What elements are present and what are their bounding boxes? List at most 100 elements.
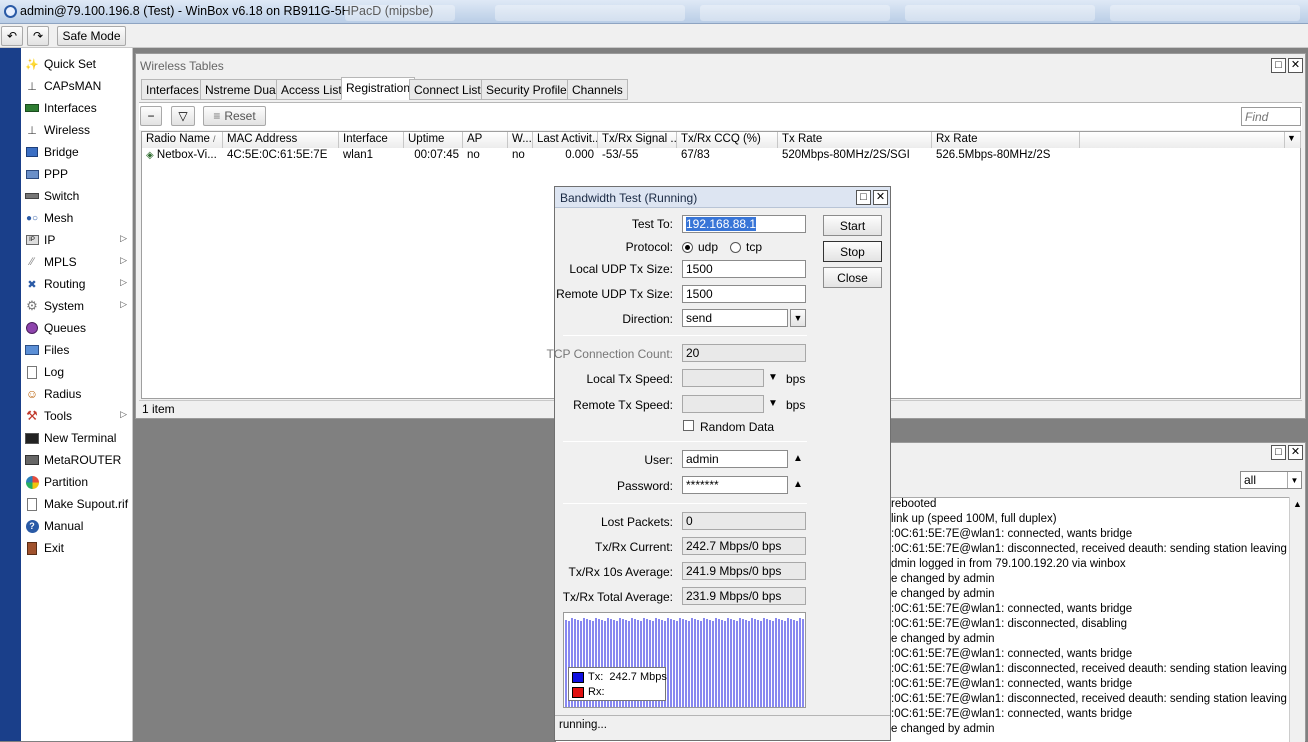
local-tx-speed-input[interactable] (682, 369, 764, 387)
column-header-wds[interactable]: W... (508, 132, 533, 148)
tcp-connection-count-input[interactable]: 20 (682, 344, 806, 362)
column-header-tx-rate[interactable]: Tx Rate (778, 132, 932, 148)
sidebar-item-radius[interactable]: ☺ Radius (21, 383, 133, 405)
log-filter-select[interactable]: all ▼ (1240, 471, 1302, 489)
random-data-checkbox[interactable] (683, 420, 694, 431)
list-item[interactable]: :0C:61:5E:7E@wlan1: disconnected, disabl… (891, 618, 1127, 633)
tx-legend-label: Tx: 242.7 Mbps (588, 671, 667, 683)
column-header-ap[interactable]: AP (463, 132, 508, 148)
list-item[interactable]: :0C:61:5E:7E@wlan1: connected, wants bri… (891, 528, 1132, 543)
sidebar-item-bridge[interactable]: Bridge (21, 141, 133, 163)
winbox-side-strip (0, 48, 21, 741)
sidebar-item-make-supout[interactable]: Make Supout.rif (21, 493, 133, 515)
column-header-uptime[interactable]: Uptime (404, 132, 463, 148)
sidebar-item-exit[interactable]: Exit (21, 537, 133, 559)
tab-registration[interactable]: Registration (341, 77, 416, 100)
close-button[interactable]: ✕ (873, 190, 888, 205)
password-input[interactable]: ******* (682, 476, 788, 494)
column-header-mac-address[interactable]: MAC Address (223, 132, 339, 148)
list-item[interactable]: dmin logged in from 79.100.192.20 via wi… (891, 558, 1126, 573)
chevron-up-icon[interactable]: ▲ (793, 479, 803, 490)
tab-access-list[interactable]: Access List (276, 79, 347, 100)
column-header-rx-rate[interactable]: Rx Rate (932, 132, 1080, 148)
close-dialog-button[interactable]: Close (823, 267, 882, 288)
column-chooser-button[interactable]: ▼ (1285, 132, 1301, 148)
direction-dropdown-button[interactable]: ▼ (790, 309, 806, 327)
sidebar-item-queues[interactable]: Queues (21, 317, 133, 339)
sidebar-item-quick-set[interactable]: ✨ Quick Set (21, 53, 133, 75)
local-udp-tx-size-input[interactable]: 1500 (682, 260, 806, 278)
wireless-tables-titlebar[interactable]: Wireless Tables □ ✕ (136, 54, 1305, 76)
list-item[interactable]: e changed by admin (891, 633, 995, 648)
chevron-up-icon[interactable]: ▲ (793, 453, 803, 464)
sidebar-item-system[interactable]: ⚙ System ▷ (21, 295, 133, 317)
sidebar-item-manual[interactable]: ? Manual (21, 515, 133, 537)
sidebar-item-mesh[interactable]: ●○ Mesh (21, 207, 133, 229)
maximize-button[interactable]: □ (856, 190, 871, 205)
list-item[interactable]: link up (speed 100M, full duplex) (891, 513, 1057, 528)
list-item[interactable]: e changed by admin (891, 573, 995, 588)
remote-tx-speed-input[interactable] (682, 395, 764, 413)
column-header-interface[interactable]: Interface (339, 132, 404, 148)
cell-wds: no (512, 149, 525, 161)
remove-button[interactable]: − (140, 106, 162, 126)
sidebar-item-files[interactable]: Files (21, 339, 133, 361)
column-header-tx-rx-ccq[interactable]: Tx/Rx CCQ (%) (677, 132, 778, 148)
sidebar-item-capsman[interactable]: ⊥ CAPsMAN (21, 75, 133, 97)
list-item[interactable]: :0C:61:5E:7E@wlan1: connected, wants bri… (891, 648, 1132, 663)
sidebar-item-log[interactable]: Log (21, 361, 133, 383)
list-item[interactable]: :0C:61:5E:7E@wlan1: connected, wants bri… (891, 603, 1132, 618)
chevron-down-icon[interactable]: ▼ (768, 398, 778, 409)
sidebar-item-ppp[interactable]: PPP (21, 163, 133, 185)
direction-select[interactable]: send (682, 309, 788, 327)
sidebar-item-new-terminal[interactable]: New Terminal (21, 427, 133, 449)
stop-button[interactable]: Stop (823, 241, 882, 262)
start-button[interactable]: Start (823, 215, 882, 236)
column-header-radio-name[interactable]: Radio Name (142, 132, 223, 148)
list-item[interactable]: :0C:61:5E:7E@wlan1: disconnected, receiv… (891, 693, 1289, 708)
sidebar-item-metarouter[interactable]: MetaROUTER (21, 449, 133, 471)
list-item[interactable]: e changed by admin (891, 588, 995, 603)
list-item[interactable]: rebooted (891, 498, 936, 513)
protocol-tcp-radio[interactable] (730, 241, 742, 253)
undo-button[interactable]: ↶ (1, 26, 23, 46)
sidebar-item-ip[interactable]: IP IP ▷ (21, 229, 133, 251)
sidebar-item-switch[interactable]: Switch (21, 185, 133, 207)
bandwidth-test-titlebar[interactable]: Bandwidth Test (Running) □ ✕ (555, 187, 890, 208)
column-header-tx-rx-signal[interactable]: Tx/Rx Signal ... (598, 132, 677, 148)
test-to-input[interactable]: 192.168.88.1 (682, 215, 806, 233)
sidebar-item-routing[interactable]: ✖ Routing ▷ (21, 273, 133, 295)
list-item[interactable]: :0C:61:5E:7E@wlan1: disconnected, receiv… (891, 543, 1289, 558)
close-button[interactable]: ✕ (1288, 445, 1303, 460)
safe-mode-button[interactable]: Safe Mode (57, 26, 126, 46)
tab-nstreme-dual[interactable]: Nstreme Dual (200, 79, 284, 100)
list-item[interactable]: e changed by admin (891, 723, 995, 738)
sidebar-item-mpls[interactable]: ∕∕ MPLS ▷ (21, 251, 133, 273)
table-row[interactable]: ◈ Netbox-Vi... 4C:5E:0C:61:5E:7E wlan1 0… (142, 149, 1080, 164)
reset-button[interactable]: ≡ Reset (203, 106, 266, 126)
tab-channels[interactable]: Channels (567, 79, 628, 100)
maximize-button[interactable]: □ (1271, 445, 1286, 460)
column-header-last-activity[interactable]: Last Activit... (533, 132, 598, 148)
sidebar-item-wireless[interactable]: ⊥ Wireless (21, 119, 133, 141)
redo-button[interactable]: ↷ (27, 26, 49, 46)
close-button[interactable]: ✕ (1288, 58, 1303, 73)
user-input[interactable]: admin (682, 450, 788, 468)
tab-security-profiles[interactable]: Security Profiles (481, 79, 578, 100)
remote-udp-tx-size-input[interactable]: 1500 (682, 285, 806, 303)
list-item[interactable]: :0C:61:5E:7E@wlan1: disconnected, receiv… (891, 663, 1289, 678)
maximize-button[interactable]: □ (1271, 58, 1286, 73)
tab-connect-list[interactable]: Connect List (409, 79, 486, 100)
sidebar-item-partition[interactable]: Partition (21, 471, 133, 493)
list-item[interactable]: :0C:61:5E:7E@wlan1: connected, wants bri… (891, 708, 1132, 723)
tx-rx-total-average-value: 231.9 Mbps/0 bps (682, 587, 806, 605)
tab-interfaces[interactable]: Interfaces (141, 79, 204, 100)
protocol-udp-radio[interactable] (682, 241, 693, 253)
sidebar-item-interfaces[interactable]: Interfaces (21, 97, 133, 119)
find-input[interactable] (1241, 107, 1301, 126)
filter-button[interactable]: ▽ (171, 106, 195, 126)
log-scrollbar[interactable]: ▲ (1289, 497, 1305, 742)
chevron-down-icon[interactable]: ▼ (768, 372, 778, 383)
list-item[interactable]: :0C:61:5E:7E@wlan1: connected, wants bri… (891, 678, 1132, 693)
sidebar-item-tools[interactable]: ⚒ Tools ▷ (21, 405, 133, 427)
